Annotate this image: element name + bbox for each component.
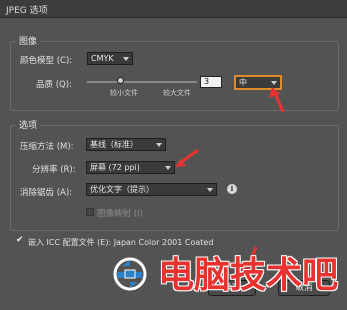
watermark-logo-icon	[113, 257, 147, 291]
watermark: 电脑技术吧	[108, 238, 338, 298]
watermark-text: 电脑技术吧	[158, 255, 339, 296]
arrow-resolution-icon	[175, 148, 199, 167]
arrow-quality-icon	[269, 87, 285, 113]
